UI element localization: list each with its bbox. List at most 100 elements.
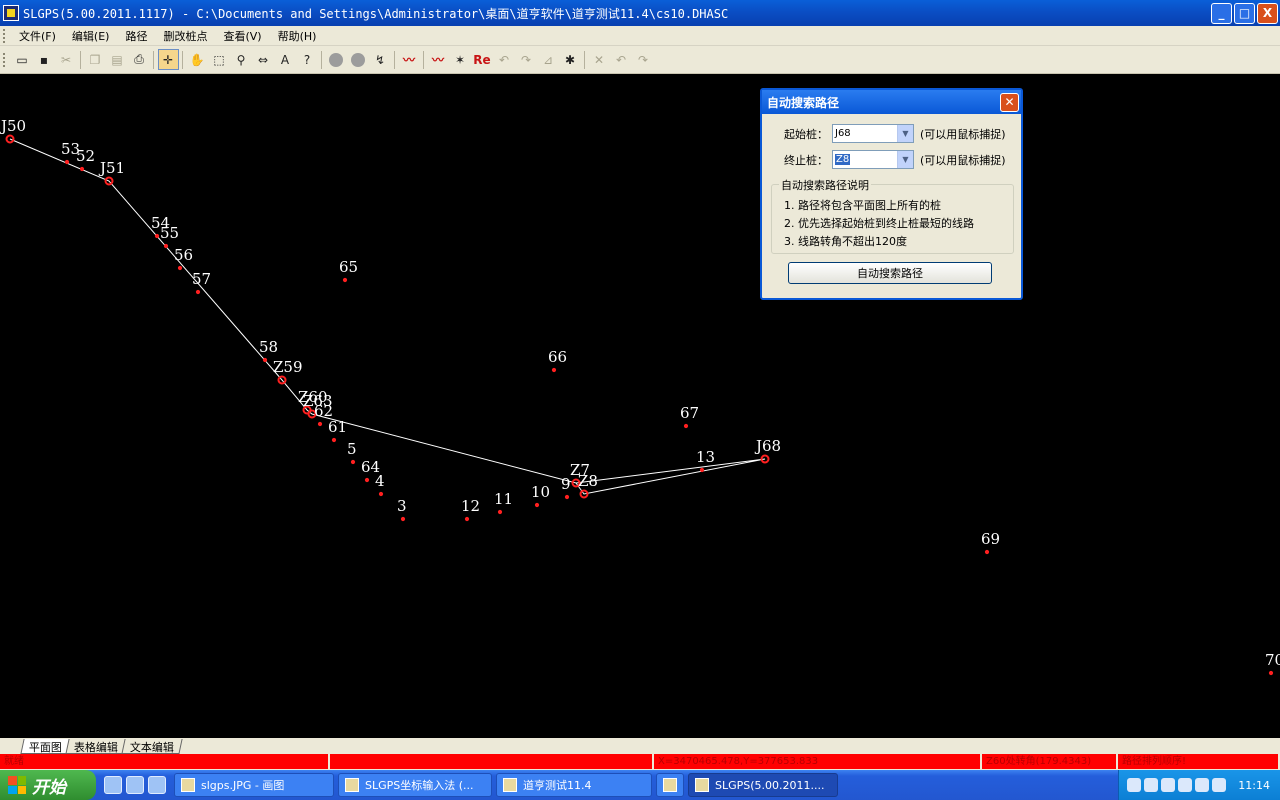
menu-file[interactable]: 文件(F) <box>11 28 64 44</box>
stake-label: J51 <box>98 159 125 177</box>
qq-icon[interactable] <box>1144 778 1158 792</box>
stake-point[interactable] <box>400 516 406 522</box>
undo-small-icon[interactable]: ↶ <box>611 49 632 70</box>
close-button[interactable]: X <box>1257 3 1278 24</box>
menu-edit[interactable]: 编辑(E) <box>64 28 118 44</box>
menu-path[interactable]: 路径 <box>117 28 155 44</box>
security-icon[interactable] <box>1195 778 1209 792</box>
circle-gray-icon[interactable] <box>326 49 347 70</box>
start-button[interactable]: 开始 <box>0 770 96 800</box>
taskbar-task[interactable]: SLGPS(5.00.2011.... <box>688 773 838 797</box>
end-stake-combo[interactable]: Z8 ▼ <box>832 150 914 169</box>
task-label: SLGPS(5.00.2011.... <box>715 778 825 792</box>
stake-point[interactable] <box>350 459 356 465</box>
zoom-icon[interactable]: ⚲ <box>231 49 252 70</box>
taskbar-task[interactable] <box>656 773 684 797</box>
zoom-extents-icon[interactable]: ⇔ <box>253 49 274 70</box>
save-icon[interactable]: ▪ <box>34 49 55 70</box>
title-bar[interactable]: SLGPS(5.00.2011.1117) - C:\Documents and… <box>0 0 1280 26</box>
menu-edit-stakes[interactable]: 删改桩点 <box>155 28 215 44</box>
tab-plan[interactable]: 平面图 <box>20 739 71 754</box>
start-label: 开始 <box>32 777 66 798</box>
menu-help[interactable]: 帮助(H) <box>270 28 325 44</box>
stake-point[interactable] <box>364 477 370 483</box>
taskbar-task[interactable]: SLGPS坐标输入法 (... <box>338 773 492 797</box>
help-icon[interactable]: ? <box>297 49 318 70</box>
redo-icon[interactable]: ↷ <box>516 49 537 70</box>
stake-label: 5 <box>347 440 357 458</box>
print-icon[interactable]: ⎙ <box>129 49 150 70</box>
stake-point[interactable] <box>534 502 540 508</box>
polyline-icon[interactable]: 〰 <box>399 49 420 70</box>
stake-point[interactable] <box>497 509 503 515</box>
maximize-button[interactable]: □ <box>1234 3 1255 24</box>
menu-view[interactable]: 查看(V) <box>215 28 269 44</box>
stake-label: 67 <box>680 404 699 422</box>
stake-point[interactable] <box>195 289 201 295</box>
stake-point[interactable] <box>683 423 689 429</box>
taskbar-task[interactable]: 道亨测试11.4 <box>496 773 652 797</box>
redo-small-icon[interactable]: ↷ <box>633 49 654 70</box>
select-arrow-icon[interactable]: ✛ <box>157 49 179 70</box>
tab-table-edit[interactable]: 表格编辑 <box>65 739 127 754</box>
toolbar-separator <box>182 50 183 69</box>
dialog-close-button[interactable]: ✕ <box>1000 93 1019 112</box>
stake-point[interactable] <box>464 516 470 522</box>
stake-point[interactable] <box>564 494 570 500</box>
stake-point[interactable] <box>342 277 348 283</box>
plan-drawing[interactable]: J505352J51545556576558Z59Z60Z63626166564… <box>0 74 1280 738</box>
stake-point[interactable] <box>154 233 160 239</box>
system-tray: 11:14 <box>1118 770 1280 800</box>
stake-label: Z59 <box>273 358 303 376</box>
text-icon[interactable]: A <box>275 49 296 70</box>
chevron-down-icon[interactable]: ▼ <box>897 125 913 142</box>
browser-icon[interactable] <box>148 776 166 794</box>
open-folder-icon[interactable]: ▭ <box>12 49 33 70</box>
task-app-icon <box>695 778 709 792</box>
paste-icon[interactable]: ▤ <box>107 49 128 70</box>
node-green-icon[interactable]: ✱ <box>560 49 581 70</box>
task-label: slgps.JPG - 画图 <box>201 779 285 792</box>
stake-point[interactable] <box>984 549 990 555</box>
network-icon[interactable] <box>1161 778 1175 792</box>
cut-icon[interactable]: ✂ <box>56 49 77 70</box>
bluetooth-icon[interactable] <box>1212 778 1226 792</box>
auto-search-icon[interactable]: ✶ <box>450 49 471 70</box>
delete-x-icon[interactable]: ✕ <box>589 49 610 70</box>
stake-point[interactable] <box>163 243 169 249</box>
tray-arrow-icon[interactable] <box>1127 778 1141 792</box>
taskbar-task[interactable]: slgps.JPG - 画图 <box>174 773 334 797</box>
stake-point[interactable] <box>177 265 183 271</box>
auto-search-button[interactable]: 自动搜索路径 <box>788 262 992 284</box>
stake-point[interactable] <box>317 421 323 427</box>
volume-icon[interactable] <box>1178 778 1192 792</box>
circle-gray-icon[interactable] <box>348 49 369 70</box>
stake-point[interactable] <box>1268 670 1274 676</box>
undo-icon[interactable]: ↶ <box>494 49 515 70</box>
start-stake-combo[interactable]: J68 ▼ <box>832 124 914 143</box>
stake-point[interactable] <box>64 159 70 165</box>
ie-icon[interactable] <box>126 776 144 794</box>
edit-icon[interactable]: ⊿ <box>538 49 559 70</box>
task-list: slgps.JPG - 画图 SLGPS坐标输入法 (... 道亨测试11.4 SLG… <box>174 773 842 797</box>
copy-icon[interactable]: ❐ <box>85 49 106 70</box>
stake-point[interactable] <box>262 357 268 363</box>
stake-point[interactable] <box>699 467 705 473</box>
minimize-button[interactable]: _ <box>1211 3 1232 24</box>
stake-point[interactable] <box>551 367 557 373</box>
zoom-window-icon[interactable]: ⬚ <box>209 49 230 70</box>
tab-text-edit[interactable]: 文本编辑 <box>121 739 183 754</box>
group-title: 自动搜索路径说明 <box>779 177 871 193</box>
pan-hand-icon[interactable]: ✋ <box>187 49 208 70</box>
plan-canvas[interactable]: J50 53 52 J51 54 55 56 57 65 58 Z59 Z60 Z63 62 61 66 5 64… <box>0 74 1280 738</box>
stake-point[interactable] <box>79 166 85 172</box>
redo-re-icon[interactable]: Re <box>472 49 493 70</box>
chevron-down-icon[interactable]: ▼ <box>897 151 913 168</box>
toolbar-grip <box>3 52 6 67</box>
polyline-double-icon[interactable]: 〰 <box>428 49 449 70</box>
show-desktop-icon[interactable] <box>104 776 122 794</box>
stake-point[interactable] <box>331 437 337 443</box>
status-empty <box>330 754 652 769</box>
stake-point[interactable] <box>378 491 384 497</box>
route-icon[interactable]: ↯ <box>370 49 391 70</box>
